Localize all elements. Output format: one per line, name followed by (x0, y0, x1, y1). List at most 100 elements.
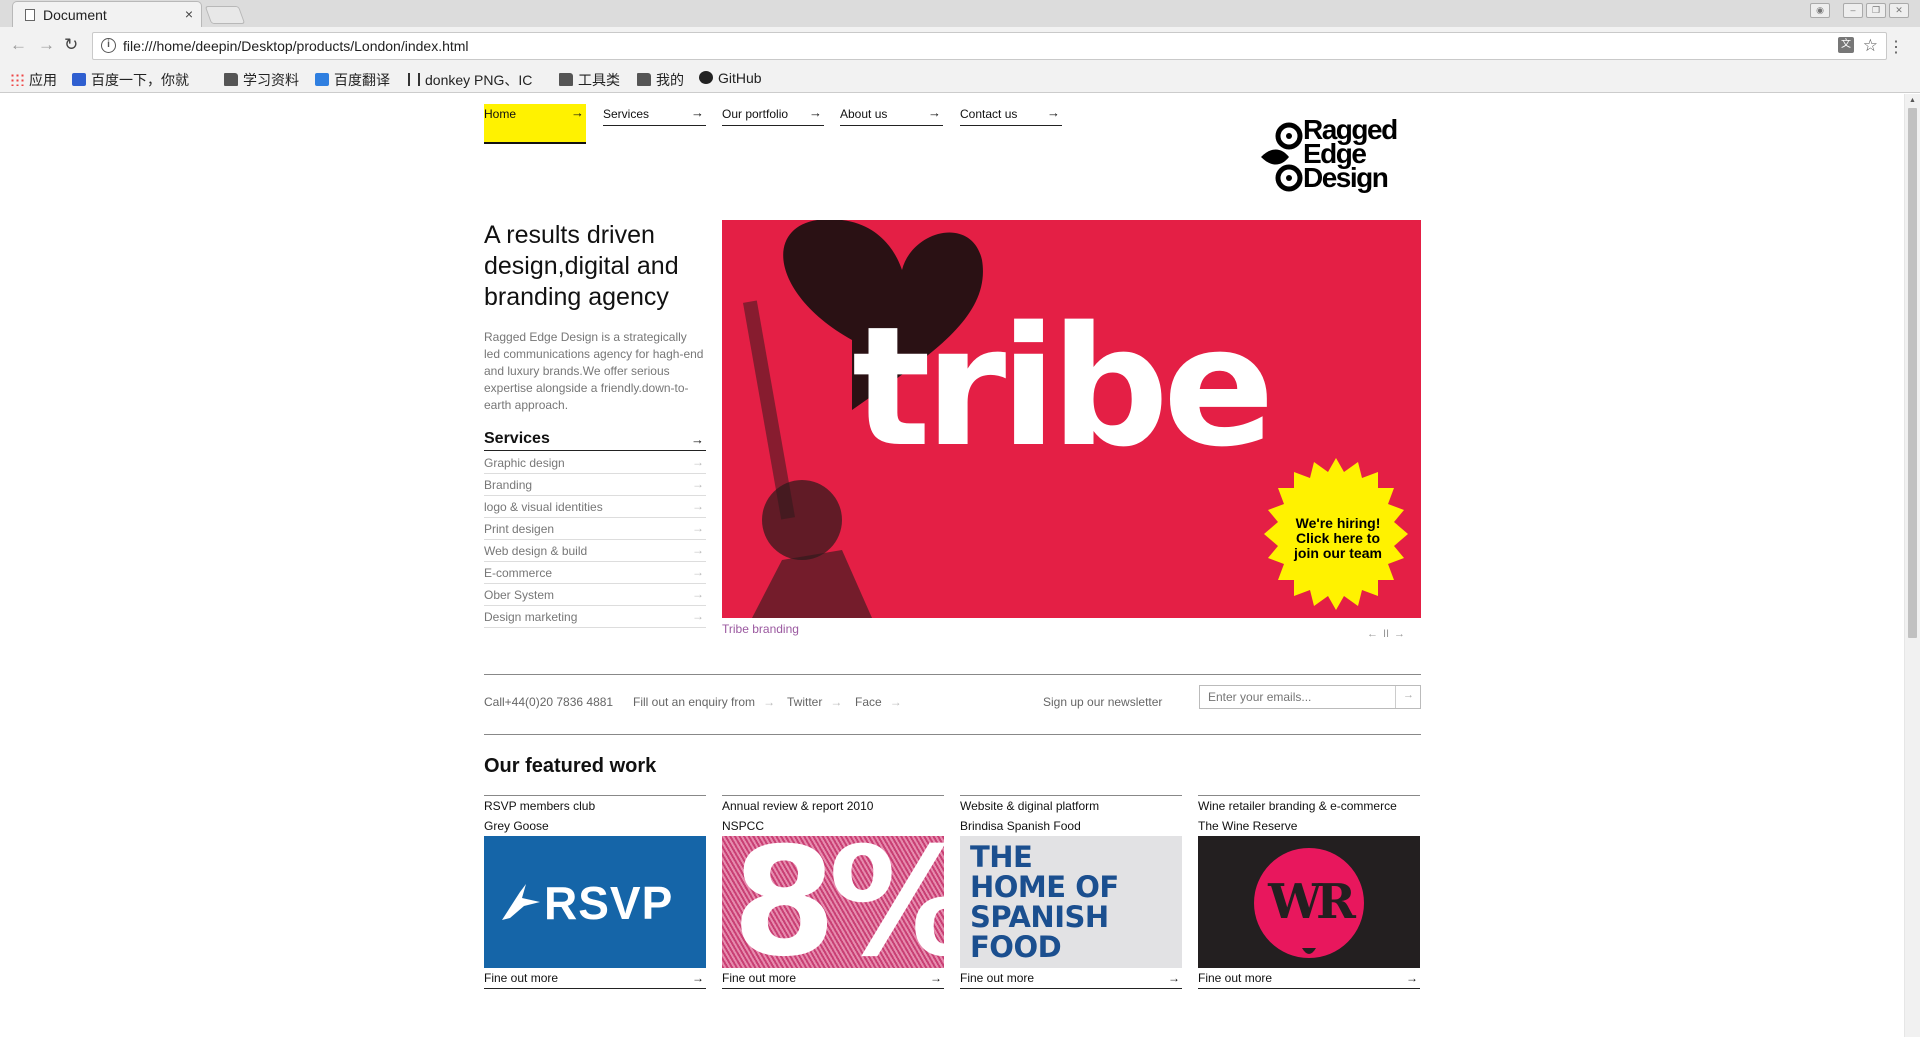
tab-close-icon[interactable]: × (185, 6, 193, 22)
arrow-right-icon: → (691, 105, 704, 120)
address-bar[interactable]: i file:///home/deepin/Desktop/products/L… (92, 32, 1887, 60)
forward-arrow-icon[interactable]: → (38, 35, 55, 55)
bookmark-apps[interactable]: 应用 (10, 70, 57, 90)
logo-wordmark: Ragged Edge Design (1303, 114, 1398, 193)
arrow-right-icon: → (1406, 971, 1418, 985)
service-item[interactable]: logo & visual identities → (484, 496, 706, 518)
scroll-up-icon[interactable]: ▲ (1909, 97, 1916, 104)
arrow-right-icon: → (692, 455, 704, 469)
github-icon (699, 71, 713, 84)
bookmark-translate[interactable]: 百度翻译 (315, 70, 390, 90)
hero-caption[interactable]: Tribe branding (722, 622, 799, 636)
service-item[interactable]: Ober System → (484, 584, 706, 606)
hero-slide-image[interactable]: tribe We're hiring! Click here to join o… (722, 220, 1421, 618)
slider-pause-icon[interactable]: II (1383, 628, 1389, 640)
bookmark-github[interactable]: GitHub (699, 70, 762, 86)
service-item[interactable]: Graphic design → (484, 452, 706, 474)
hiring-badge-text[interactable]: We're hiring! Click here to join our tea… (1290, 516, 1386, 561)
card-thumbnail[interactable]: WR (1198, 836, 1420, 968)
card-client: The Wine Reserve (1198, 819, 1298, 833)
baidu-icon (72, 73, 86, 86)
site-logo[interactable]: Ragged Edge Design (1259, 114, 1421, 198)
thumb-text: THE HOME OF SPANISH FOOD (970, 840, 1119, 964)
card-category: Website & diginal platform (960, 799, 1100, 813)
service-item[interactable]: Branding → (484, 474, 706, 496)
service-item[interactable]: Web design & build → (484, 540, 706, 562)
donkey-icon (408, 73, 420, 86)
arrow-right-icon: → (691, 432, 704, 447)
nav-services[interactable]: Services → (603, 104, 706, 126)
arrow-right-icon: → (692, 587, 704, 601)
card-client: Brindisa Spanish Food (960, 819, 1081, 833)
arrow-right-icon: → (571, 105, 584, 120)
user-profile-icon[interactable]: ◉ (1810, 3, 1830, 18)
nav-label: Our portfolio (722, 107, 789, 121)
arrow-right-icon: → (830, 695, 843, 709)
featured-card[interactable]: Annual review & report 2010 NSPCC 8% Fin… (722, 795, 944, 993)
submit-arrow-icon[interactable]: → (1403, 689, 1414, 701)
card-thumbnail[interactable]: RSVP (484, 836, 706, 968)
featured-card[interactable]: Website & diginal platform Brindisa Span… (960, 795, 1182, 993)
browser-tab[interactable]: Document × (12, 1, 202, 27)
info-icon[interactable]: i (101, 38, 116, 53)
arrow-right-icon: → (930, 971, 942, 985)
arrow-right-icon: → (928, 105, 941, 120)
window-close-icon[interactable]: ✕ (1889, 3, 1909, 18)
scrollbar-thumb[interactable] (1908, 108, 1917, 638)
email-input[interactable] (1200, 686, 1396, 708)
nav-label: Services (603, 107, 650, 121)
nav-home[interactable]: Home → (484, 104, 586, 144)
find-out-more-link[interactable]: Fine out more → (960, 971, 1182, 989)
phone-number[interactable]: Call+44(0)20 7836 4881 (484, 695, 613, 709)
card-thumbnail[interactable]: 8% (722, 836, 944, 968)
folder-icon (559, 73, 573, 86)
bookmark-study[interactable]: 学习资料 (224, 70, 299, 90)
minimize-icon[interactable]: – (1843, 3, 1863, 18)
featured-card[interactable]: Wine retailer branding & e-commerce The … (1198, 795, 1420, 993)
arrow-right-icon: → (1047, 105, 1060, 120)
tab-title: Document (43, 7, 107, 23)
arrow-right-icon: → (692, 521, 704, 535)
arrow-right-icon: → (763, 695, 776, 709)
arrow-right-icon: → (889, 695, 902, 709)
nav-contact[interactable]: Contact us → (960, 104, 1062, 126)
twitter-link[interactable]: Twitter → (787, 695, 842, 709)
hero-image-text: tribe (852, 291, 1275, 483)
arrow-right-icon: → (692, 565, 704, 579)
service-item[interactable]: Design marketing → (484, 606, 706, 628)
bookmark-mine[interactable]: 我的 (637, 70, 684, 90)
slider-prev-icon[interactable]: ← (1367, 628, 1378, 640)
new-tab-button[interactable] (204, 6, 246, 24)
browser-menu-icon[interactable]: ⋮ (1888, 37, 1904, 57)
bookmark-donkey[interactable]: donkey PNG、IC (408, 70, 546, 90)
reload-icon[interactable]: ↻ (64, 35, 78, 55)
bookmark-baidu[interactable]: 百度一下，你就 (72, 70, 209, 90)
service-item[interactable]: Print desigen → (484, 518, 706, 540)
featured-card[interactable]: RSVP members club Grey Goose RSVP Fine o… (484, 795, 706, 993)
enquiry-link[interactable]: Fill out an enquiry from → (633, 695, 775, 709)
divider (960, 795, 1182, 796)
page-scrollbar[interactable]: ▲ (1904, 94, 1920, 1037)
face-link[interactable]: Face → (855, 695, 902, 709)
slider-next-icon[interactable]: → (1394, 628, 1405, 640)
back-arrow-icon[interactable]: ← (10, 35, 27, 55)
thumb-text: WR (1268, 874, 1356, 930)
url-text[interactable]: file:///home/deepin/Desktop/products/Lon… (123, 38, 469, 54)
nav-portfolio[interactable]: Our portfolio → (722, 104, 824, 126)
translate-icon[interactable]: 文 (1838, 37, 1854, 53)
service-item[interactable]: E-commerce → (484, 562, 706, 584)
find-out-more-link[interactable]: Fine out more → (722, 971, 944, 989)
bookmark-star-icon[interactable]: ☆ (1863, 36, 1878, 56)
nav-label: Contact us (960, 107, 1018, 121)
find-out-more-link[interactable]: Fine out more → (484, 971, 706, 989)
services-heading[interactable]: Services → (484, 430, 706, 451)
bookmark-tools[interactable]: 工具类 (559, 70, 620, 90)
nav-about[interactable]: About us → (840, 104, 943, 126)
restore-icon[interactable]: ❐ (1866, 3, 1886, 18)
tab-strip: Document × ◉ – ❐ ✕ (0, 0, 1920, 27)
arrow-right-icon: → (692, 609, 704, 623)
featured-heading: Our featured work (484, 755, 657, 777)
find-out-more-link[interactable]: Fine out more → (1198, 971, 1420, 989)
card-thumbnail[interactable]: THE HOME OF SPANISH FOOD (960, 836, 1182, 968)
arrow-right-icon: → (692, 499, 704, 513)
